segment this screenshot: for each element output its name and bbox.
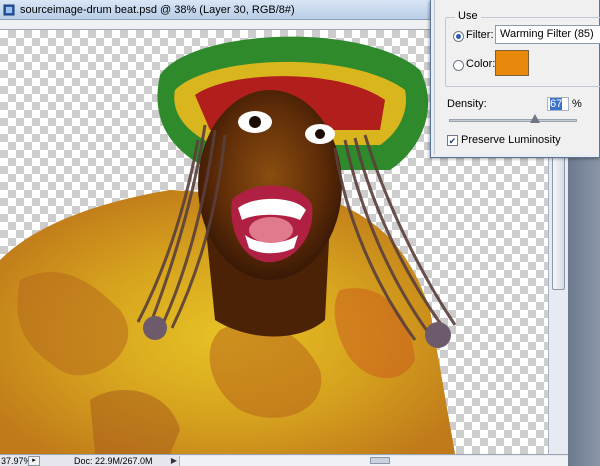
color-label: Color: — [466, 58, 496, 70]
status-menu-icon[interactable]: ▸ — [28, 455, 40, 466]
preserve-luminosity-label: Preserve Luminosity — [461, 134, 561, 146]
status-arrow-icon[interactable]: ▶ — [169, 456, 179, 465]
preserve-luminosity-checkbox[interactable]: ✔ — [447, 135, 458, 146]
density-value: 67 — [550, 98, 563, 110]
density-unit: % — [572, 98, 582, 110]
document-title: sourceimage-drum beat.psd @ 38% (Layer 3… — [20, 3, 295, 16]
zoom-level[interactable]: 37.97% — [0, 456, 32, 466]
horizontal-scroll-thumb[interactable] — [370, 456, 390, 464]
status-bar: 37.97% ▸ Doc: 22.9M/267.0M ▶ — [0, 454, 568, 466]
density-slider-thumb[interactable] — [529, 114, 540, 123]
density-slider-track[interactable] — [449, 119, 577, 122]
density-input[interactable]: 67 — [547, 97, 569, 111]
psd-document-icon — [2, 3, 16, 17]
filter-select[interactable]: Warming Filter (85)▾ — [495, 25, 600, 44]
color-swatch[interactable] — [495, 50, 529, 76]
color-radio[interactable] — [453, 60, 464, 71]
horizontal-scrollbar[interactable] — [179, 455, 568, 466]
filter-radio[interactable] — [453, 31, 464, 42]
use-group-label: Use — [455, 10, 481, 22]
density-label: Density: — [447, 98, 487, 110]
dialog-body: Use Filter: Warming Filter (85)▾ Color: … — [434, 0, 600, 154]
photo-filter-dialog: Use Filter: Warming Filter (85)▾ Color: … — [430, 0, 600, 158]
filter-label: Filter: — [466, 29, 494, 41]
document-size-info: Doc: 22.9M/267.0M — [74, 455, 153, 466]
